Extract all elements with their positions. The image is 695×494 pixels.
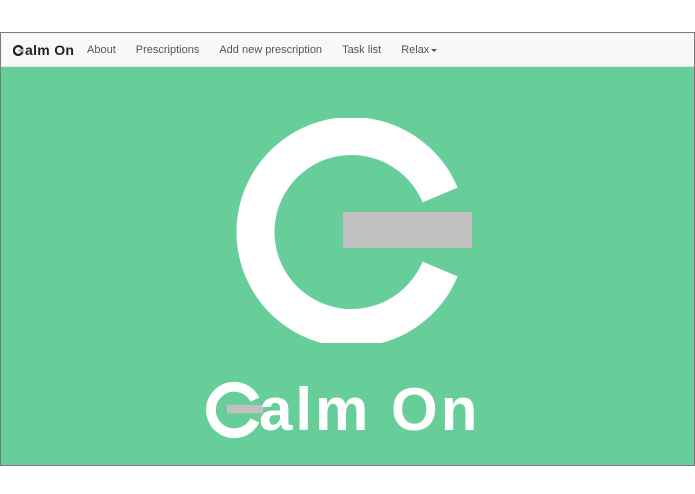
hero-logo-icon — [236, 118, 472, 343]
calm-on-logo-icon — [13, 45, 24, 56]
navbar: alm On About Prescriptions Add new presc… — [1, 33, 694, 67]
brand-text: alm On — [25, 42, 75, 58]
nav-menu: About Prescriptions Add new prescription… — [77, 33, 447, 67]
brand-link[interactable]: alm On — [13, 42, 74, 58]
wordmark-c-logo-icon — [206, 381, 263, 439]
nav-item-label: Relax — [401, 44, 430, 56]
nav-item-label: About — [87, 44, 116, 56]
nav-item-label: Prescriptions — [135, 44, 200, 56]
app-window: alm On About Prescriptions Add new presc… — [0, 32, 695, 466]
caret-down-icon — [431, 48, 438, 52]
nav-item-task-list[interactable]: Task list — [332, 44, 391, 56]
nav-item-label: Add new prescription — [219, 44, 323, 56]
nav-item-prescriptions[interactable]: Prescriptions — [126, 44, 210, 56]
nav-item-relax-dropdown[interactable]: Relax — [391, 44, 447, 56]
nav-item-label: Task list — [342, 44, 382, 56]
hero-wordmark: alm On — [205, 375, 480, 445]
nav-item-add-new-prescription[interactable]: Add new prescription — [209, 44, 332, 56]
wordmark-text: alm On — [259, 376, 481, 443]
nav-item-about[interactable]: About — [77, 44, 126, 56]
